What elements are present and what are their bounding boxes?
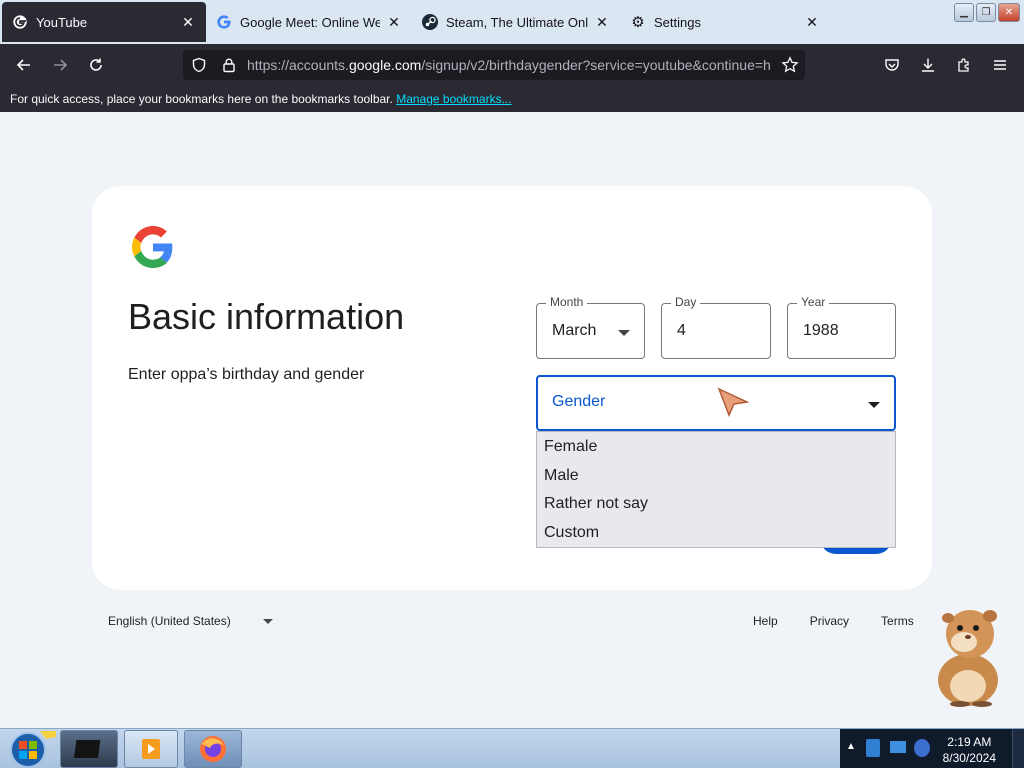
steam-icon xyxy=(422,14,438,30)
gender-option-male[interactable]: Male xyxy=(537,465,895,494)
language-label: English (United States) xyxy=(108,614,231,628)
chevron-down-icon xyxy=(262,618,273,624)
clock-date: 8/30/2024 xyxy=(942,751,996,765)
tab-steam[interactable]: Steam, The Ultimate Online ✕ xyxy=(412,2,620,42)
reload-button[interactable] xyxy=(80,49,112,81)
back-arrow-icon xyxy=(16,59,30,71)
google-g-icon xyxy=(216,14,232,30)
help-link[interactable]: Help xyxy=(753,614,778,628)
privacy-link[interactable]: Privacy xyxy=(810,614,849,628)
tray-app-icon[interactable] xyxy=(866,739,880,757)
show-desktop-button[interactable] xyxy=(1012,729,1024,768)
windows-start-icon xyxy=(10,731,56,768)
shield-icon[interactable] xyxy=(191,57,207,73)
gender-option-custom[interactable]: Custom xyxy=(537,522,895,551)
tab-strip: YouTube ✕ Google Meet: Online Web an ✕ S… xyxy=(0,0,1024,44)
puzzle-icon xyxy=(958,58,969,72)
manage-bookmarks-link[interactable]: Manage bookmarks... xyxy=(396,92,511,106)
tab-settings[interactable]: ⚙ Settings ✕ xyxy=(620,2,830,42)
terminal-app-icon xyxy=(74,740,101,758)
google-logo-icon xyxy=(132,226,173,268)
year-field[interactable]: Year 1988 xyxy=(787,295,896,359)
pocket-button[interactable] xyxy=(876,49,908,81)
tab-title: Google Meet: Online Web an xyxy=(240,14,380,30)
page-subtitle: Enter oppa’s birthday and gender xyxy=(128,366,365,383)
system-tray: ▲ 2:19 AM 8/30/2024 xyxy=(840,729,1024,768)
close-icon[interactable]: ✕ xyxy=(180,14,196,31)
month-value: March xyxy=(552,322,597,339)
speaker-icon[interactable] xyxy=(914,739,930,757)
gender-placeholder: Gender xyxy=(552,393,606,410)
network-icon[interactable] xyxy=(890,741,906,753)
close-icon[interactable]: ✕ xyxy=(804,14,820,31)
tab-title: YouTube xyxy=(36,14,88,30)
taskbar-firefox[interactable] xyxy=(184,730,242,768)
extensions-button[interactable] xyxy=(948,49,980,81)
bookmark-star-icon[interactable] xyxy=(781,56,799,74)
firefox-icon xyxy=(200,736,226,762)
toolbar-right xyxy=(876,49,1016,81)
hamburger-menu-icon xyxy=(994,60,1006,70)
google-g-icon xyxy=(12,14,28,30)
download-icon xyxy=(922,58,934,72)
chevron-down-icon xyxy=(618,330,630,336)
window-controls: ▁ ❐ ✕ xyxy=(950,0,1024,25)
reload-icon xyxy=(90,58,102,71)
system-clock[interactable]: 2:19 AM 8/30/2024 xyxy=(943,734,996,766)
month-label: Month xyxy=(546,295,588,309)
url-suffix: /signup/v2/birthdaygender?service=youtub… xyxy=(421,57,771,73)
language-selector[interactable]: English (United States) xyxy=(108,614,273,628)
close-icon[interactable]: ✕ xyxy=(386,14,402,31)
gender-option-rather-not-say[interactable]: Rather not say xyxy=(537,493,895,522)
day-label: Day xyxy=(671,295,701,309)
tray-expand-icon[interactable]: ▲ xyxy=(846,741,856,752)
gear-icon: ⚙ xyxy=(631,14,645,31)
tab-title: Settings xyxy=(654,14,701,30)
year-value: 1988 xyxy=(803,322,839,339)
footer-links: Help Privacy Terms xyxy=(753,614,914,628)
url-bar[interactable]: https://accounts.google.com/signup/v2/bi… xyxy=(183,50,805,80)
forward-arrow-icon xyxy=(54,59,68,71)
day-value: 4 xyxy=(677,322,686,339)
restore-button[interactable]: ❐ xyxy=(976,3,996,22)
tab-youtube[interactable]: YouTube ✕ xyxy=(2,2,206,42)
month-select[interactable]: Month March xyxy=(536,295,645,359)
mouse-cursor-icon xyxy=(717,387,749,417)
bookmarks-hint: For quick access, place your bookmarks h… xyxy=(10,92,393,106)
nav-toolbar: https://accounts.google.com/signup/v2/bi… xyxy=(0,44,1024,86)
tab-title: Steam, The Ultimate Online xyxy=(446,14,588,30)
url-text[interactable]: https://accounts.google.com/signup/v2/bi… xyxy=(247,57,775,73)
taskbar-media-player[interactable] xyxy=(124,730,178,768)
bookmarks-toolbar: For quick access, place your bookmarks h… xyxy=(0,86,1024,112)
minimize-button[interactable]: ▁ xyxy=(954,3,974,22)
terms-link[interactable]: Terms xyxy=(881,614,914,628)
url-domain: google.com xyxy=(348,57,422,73)
taskbar-terminal[interactable] xyxy=(60,730,118,768)
taskbar: ▲ 2:19 AM 8/30/2024 xyxy=(0,728,1024,768)
chevron-down-icon xyxy=(868,402,880,408)
forward-button[interactable] xyxy=(44,49,76,81)
page-title: Basic information xyxy=(128,296,405,337)
close-window-button[interactable]: ✕ xyxy=(998,3,1020,22)
downloads-button[interactable] xyxy=(912,49,944,81)
pocket-icon xyxy=(885,59,899,71)
hamster-mascot-icon xyxy=(938,610,998,707)
day-field[interactable]: Day 4 xyxy=(661,295,771,359)
lock-icon[interactable] xyxy=(221,57,237,73)
back-button[interactable] xyxy=(8,49,40,81)
gender-select[interactable]: Gender xyxy=(536,375,896,431)
url-prefix: https://accounts. xyxy=(247,57,349,73)
gender-dropdown-list: Female Male Rather not say Custom xyxy=(536,431,896,548)
media-player-icon xyxy=(142,739,160,759)
menu-button[interactable] xyxy=(984,49,1016,81)
tab-google-meet[interactable]: Google Meet: Online Web an ✕ xyxy=(206,2,412,42)
gender-option-female[interactable]: Female xyxy=(537,436,895,465)
close-icon[interactable]: ✕ xyxy=(594,14,610,31)
start-button[interactable] xyxy=(2,729,56,768)
year-label: Year xyxy=(797,295,830,309)
clock-time: 2:19 AM xyxy=(947,735,992,749)
